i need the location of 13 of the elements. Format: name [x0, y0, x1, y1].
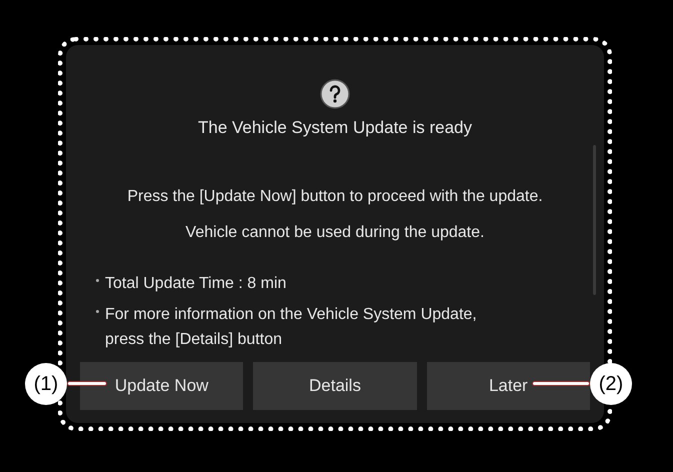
- message-text: Press the [Update Now] button to proceed with the update.: [127, 186, 543, 206]
- bullet-text: For more information on the Vehicle System Update, press the [Details] button: [105, 304, 478, 350]
- bullet-text: Total Update Time : 8 min: [105, 274, 286, 294]
- dialog-button[interactable]: Later: [426, 362, 590, 410]
- dialog-title: The Vehicle System Update is ready: [198, 117, 472, 139]
- callout-badge: (1): [25, 363, 67, 405]
- dialog-button[interactable]: Update Now: [80, 362, 244, 410]
- callout-badge: (2): [590, 363, 632, 405]
- dialog-button[interactable]: Details: [253, 362, 417, 410]
- bullet-icon: [96, 310, 99, 312]
- question-icon: [320, 79, 350, 109]
- bullet-icon: [96, 278, 99, 282]
- message-text: Vehicle cannot be used during the update.: [186, 222, 484, 242]
